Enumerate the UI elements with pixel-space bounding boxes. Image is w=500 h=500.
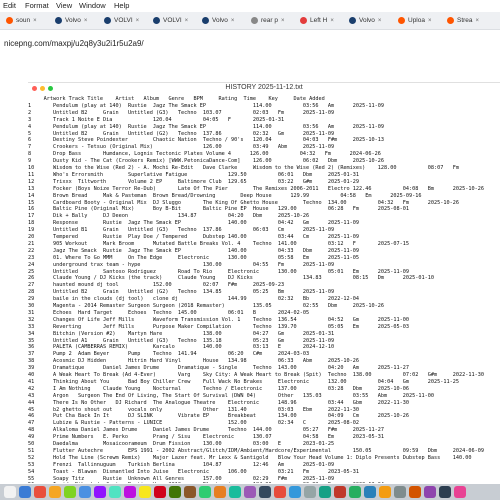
dock-app-icon[interactable] xyxy=(154,486,166,498)
tab-favicon-icon xyxy=(6,17,13,24)
dock-app-icon[interactable] xyxy=(409,486,421,498)
browser-tab[interactable]: soun × xyxy=(6,14,51,27)
tab-label: VOLVI xyxy=(114,17,133,24)
tab-label: Volvo xyxy=(65,17,81,24)
tab-label: Volvo xyxy=(359,17,375,24)
dock-app-icon[interactable] xyxy=(184,486,196,498)
window-title-bar[interactable]: HISTORY 2025-11-12.txt xyxy=(28,83,500,94)
dock-app-icon[interactable] xyxy=(139,486,151,498)
menu-item-help[interactable]: Help xyxy=(114,1,129,10)
text-editor-window: HISTORY 2025-11-12.txt Artwork Track Tit… xyxy=(28,82,500,483)
tab-label: Strea xyxy=(457,17,473,24)
tab-favicon-icon xyxy=(447,17,454,24)
dock-app-icon[interactable] xyxy=(244,486,256,498)
dock-app-icon[interactable] xyxy=(169,486,181,498)
tab-label: rear p xyxy=(261,17,278,24)
tab-close-icon[interactable]: × xyxy=(281,18,285,24)
dock-app-icon[interactable] xyxy=(49,486,61,498)
menu-item-format[interactable]: Format xyxy=(25,1,49,10)
dock-app-icon[interactable] xyxy=(4,486,16,498)
tab-label: Left H xyxy=(310,17,328,24)
dock-app-icon[interactable] xyxy=(64,486,76,498)
url-text: nicepng.com/maxpj/u2q8y3u2i1r5u2a9/ xyxy=(4,39,144,48)
tab-close-icon[interactable]: × xyxy=(136,18,140,24)
dock-app-icon[interactable] xyxy=(319,486,331,498)
menu-item-window[interactable]: Window xyxy=(79,1,106,10)
tab-favicon-icon xyxy=(300,17,307,24)
browser-tab[interactable]: Volvo × xyxy=(55,14,100,27)
dock-app-icon[interactable] xyxy=(94,486,106,498)
tab-close-icon[interactable]: × xyxy=(84,18,88,24)
dock-app-icon[interactable] xyxy=(34,486,46,498)
dock-app-icon[interactable] xyxy=(334,486,346,498)
dock-app-icon[interactable] xyxy=(304,486,316,498)
tab-close-icon[interactable]: × xyxy=(378,18,382,24)
tab-label: Uploa xyxy=(408,17,425,24)
address-bar[interactable]: nicepng.com/maxpj/u2q8y3u2i1r5u2a9/ xyxy=(0,30,500,50)
tab-favicon-icon xyxy=(251,17,258,24)
dock-app-icon[interactable] xyxy=(79,486,91,498)
dock-app-icon[interactable] xyxy=(364,486,376,498)
dock-app-icon[interactable] xyxy=(214,486,226,498)
dock xyxy=(0,484,500,500)
file-text-area[interactable]: Artwork Track Title Artist Album Genre B… xyxy=(28,95,500,483)
tab-label: soun xyxy=(16,17,31,24)
tab-label: VOLVI xyxy=(163,17,182,24)
tab-favicon-icon xyxy=(153,17,160,24)
tab-label: Volvo xyxy=(212,17,228,24)
tab-close-icon[interactable]: × xyxy=(330,18,334,24)
dock-app-icon[interactable] xyxy=(349,486,361,498)
text-line: 56 Inside Pikachu's Cunt Rustie Warp 201… xyxy=(28,481,384,483)
dock-app-icon[interactable] xyxy=(109,486,121,498)
browser-tab[interactable]: VOLVI × xyxy=(104,14,149,27)
browser-tab-bar: soun × Volvo × VOLVI × VOLVI × Volvo × rear p × Left… xyxy=(0,12,500,30)
tab-close-icon[interactable]: × xyxy=(185,18,189,24)
dock-app-icon[interactable] xyxy=(424,486,436,498)
tab-favicon-icon xyxy=(349,17,356,24)
dock-app-icon[interactable] xyxy=(454,486,466,498)
dock-app-icon[interactable] xyxy=(274,486,286,498)
browser-tab[interactable]: Uploa × xyxy=(398,14,443,27)
tab-favicon-icon xyxy=(202,17,209,24)
dock-app-icon[interactable] xyxy=(229,486,241,498)
menu-item-view[interactable]: View xyxy=(56,1,72,10)
dock-app-icon[interactable] xyxy=(199,486,211,498)
tab-close-icon[interactable]: × xyxy=(231,18,235,24)
dock-app-icon[interactable] xyxy=(289,486,301,498)
menu-item-edit[interactable]: Edit xyxy=(3,1,16,10)
tab-close-icon[interactable]: × xyxy=(476,18,480,24)
dock-app-icon[interactable] xyxy=(439,486,451,498)
tab-favicon-icon xyxy=(104,17,111,24)
dock-app-icon[interactable] xyxy=(19,486,31,498)
dock-app-icon[interactable] xyxy=(259,486,271,498)
browser-tab[interactable]: VOLVI × xyxy=(153,14,198,27)
browser-tab[interactable]: rear p × xyxy=(251,14,296,27)
menu-bar: Edit Format View Window Help xyxy=(0,0,500,12)
tab-close-icon[interactable]: × xyxy=(428,18,432,24)
browser-tab[interactable]: Volvo × xyxy=(349,14,394,27)
browser-tab[interactable]: Strea × xyxy=(447,14,492,27)
tab-close-icon[interactable]: × xyxy=(33,18,37,24)
tab-favicon-icon xyxy=(398,17,405,24)
window-title: HISTORY 2025-11-12.txt xyxy=(225,84,303,91)
dock-app-icon[interactable] xyxy=(124,486,136,498)
browser-tab[interactable]: Left H × xyxy=(300,14,345,27)
dock-app-icon[interactable] xyxy=(379,486,391,498)
browser-tab[interactable]: Volvo × xyxy=(202,14,247,27)
dock-app-icon[interactable] xyxy=(394,486,406,498)
tab-favicon-icon xyxy=(55,17,62,24)
